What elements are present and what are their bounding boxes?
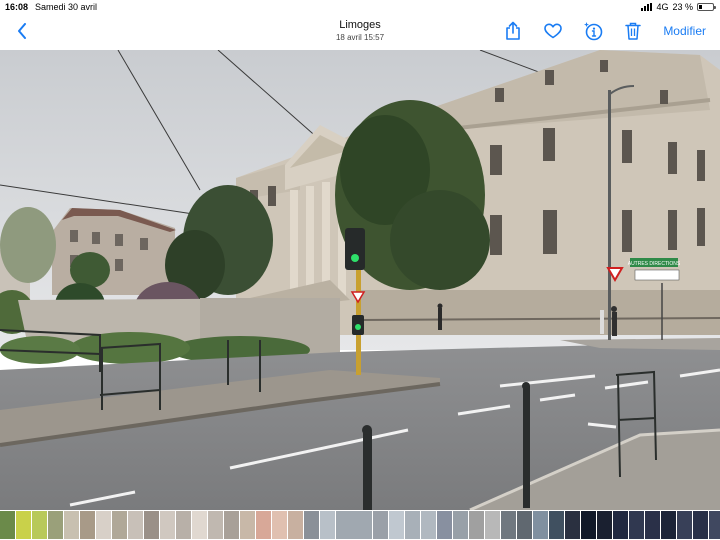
thumbnail[interactable]	[288, 511, 303, 539]
thumbnail[interactable]	[389, 511, 404, 539]
thumbnail[interactable]	[549, 511, 564, 539]
thumbnail[interactable]	[485, 511, 500, 539]
thumbnail[interactable]	[96, 511, 111, 539]
thumbnail[interactable]	[373, 511, 388, 539]
thumbnail-strip[interactable]	[0, 510, 720, 540]
info-button[interactable]	[583, 21, 603, 41]
chevron-left-icon	[18, 23, 26, 39]
thumbnail[interactable]	[693, 511, 708, 539]
thumbnail[interactable]	[272, 511, 287, 539]
thumbnail[interactable]	[629, 511, 644, 539]
battery-icon	[697, 3, 716, 11]
edit-button[interactable]: Modifier	[663, 24, 706, 38]
status-date: Samedi 30 avril	[35, 2, 98, 12]
photo-image: AUTRES DIRECTIONS	[0, 50, 720, 510]
thumbnail[interactable]	[421, 511, 436, 539]
thumbnail[interactable]	[469, 511, 484, 539]
thumbnail[interactable]	[453, 511, 468, 539]
battery-fill	[699, 5, 702, 9]
thumbnail[interactable]	[437, 511, 452, 539]
direction-sign-label: AUTRES DIRECTIONS	[628, 261, 681, 267]
trash-icon	[625, 22, 642, 40]
thumbnail[interactable]	[565, 511, 580, 539]
direction-sign: AUTRES DIRECTIONS	[628, 258, 681, 267]
heart-icon	[544, 23, 563, 39]
nav-bar: Limoges 18 avril 15:57 Modifier	[0, 14, 720, 50]
network-type: 4G	[656, 2, 669, 12]
battery-percent: 23 %	[672, 2, 693, 12]
thumbnail-selected[interactable]	[336, 511, 372, 539]
status-right: 4G 23 %	[641, 0, 716, 14]
thumbnail[interactable]	[501, 511, 516, 539]
thumbnail[interactable]	[64, 511, 79, 539]
thumbnail[interactable]	[160, 511, 175, 539]
thumbnail[interactable]	[0, 511, 15, 539]
nav-actions: Modifier	[503, 21, 706, 41]
thumbnail[interactable]	[240, 511, 255, 539]
photo-viewer[interactable]: AUTRES DIRECTIONS	[0, 50, 720, 510]
share-icon	[506, 21, 521, 40]
thumbnail[interactable]	[32, 511, 47, 539]
thumbnail[interactable]	[661, 511, 676, 539]
thumbnail[interactable]	[48, 511, 63, 539]
thumbnail[interactable]	[709, 511, 720, 539]
info-sparkle-icon	[584, 22, 603, 41]
thumbnail[interactable]	[112, 511, 127, 539]
thumbnail[interactable]	[597, 511, 612, 539]
thumbnail[interactable]	[144, 511, 159, 539]
thumbnail[interactable]	[645, 511, 660, 539]
thumbnail[interactable]	[677, 511, 692, 539]
cellular-signal-icon	[641, 3, 653, 11]
delete-button[interactable]	[623, 21, 643, 41]
thumbnail[interactable]	[128, 511, 143, 539]
thumbnail[interactable]	[224, 511, 239, 539]
thumbnail[interactable]	[613, 511, 628, 539]
thumbnail[interactable]	[320, 511, 335, 539]
status-bar: 16:08 Samedi 30 avril 4G 23 %	[0, 0, 720, 14]
favorite-button[interactable]	[543, 21, 563, 41]
thumbnail[interactable]	[581, 511, 596, 539]
thumbnail[interactable]	[176, 511, 191, 539]
status-time: 16:08	[5, 2, 29, 12]
thumbnail[interactable]	[256, 511, 271, 539]
thumbnail[interactable]	[16, 511, 31, 539]
thumbnail[interactable]	[304, 511, 319, 539]
share-button[interactable]	[503, 21, 523, 41]
thumbnail[interactable]	[192, 511, 207, 539]
thumbnail[interactable]	[405, 511, 420, 539]
thumbnail[interactable]	[533, 511, 548, 539]
back-button[interactable]	[12, 20, 32, 42]
thumbnail[interactable]	[80, 511, 95, 539]
thumbnail[interactable]	[208, 511, 223, 539]
thumbnail[interactable]	[517, 511, 532, 539]
